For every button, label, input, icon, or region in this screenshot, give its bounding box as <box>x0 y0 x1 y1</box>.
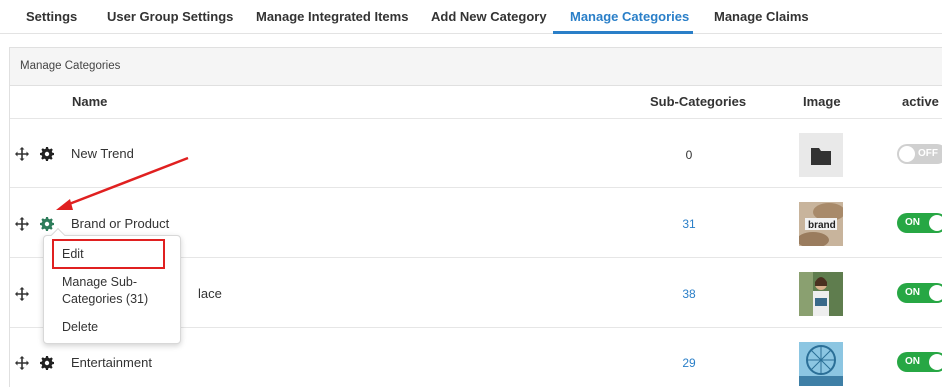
category-image-brand: brand <box>799 202 843 246</box>
category-image-ferris-wheel <box>799 342 843 386</box>
category-image-folder <box>799 133 843 177</box>
category-name: Entertainment <box>71 355 152 370</box>
tab-manage-integrated-items[interactable]: Manage Integrated Items <box>256 9 408 24</box>
tab-add-new-category[interactable]: Add New Category <box>431 9 547 24</box>
subcategory-count-link[interactable]: 29 <box>644 356 734 370</box>
active-toggle[interactable]: ON <box>897 213 942 233</box>
panel-title: Manage Categories <box>20 60 121 72</box>
gear-icon[interactable] <box>40 356 54 370</box>
active-toggle[interactable]: ON <box>897 352 942 372</box>
column-header-subcategories[interactable]: Sub-Categories <box>650 94 746 109</box>
tab-manage-claims[interactable]: Manage Claims <box>714 9 809 24</box>
menu-item-delete[interactable]: Delete <box>62 320 98 334</box>
toggle-knob <box>929 354 942 370</box>
move-handle-icon[interactable] <box>15 356 29 370</box>
category-name: Brand or Product <box>71 216 170 231</box>
category-name: lace <box>198 286 222 301</box>
column-header-image: Image <box>803 94 841 109</box>
panel-header: Manage Categories <box>10 48 942 86</box>
active-toggle[interactable]: OFF <box>897 144 942 164</box>
tab-settings[interactable]: Settings <box>26 9 77 24</box>
subcategory-count-link[interactable]: 38 <box>644 287 734 301</box>
toggle-label: ON <box>905 356 920 367</box>
category-image-woman <box>799 272 843 316</box>
column-header-name[interactable]: Name <box>72 94 107 109</box>
gear-icon-active[interactable] <box>40 217 54 231</box>
toggle-label: ON <box>905 217 920 228</box>
move-handle-icon[interactable] <box>15 287 29 301</box>
move-handle-icon[interactable] <box>15 217 29 231</box>
toggle-label: OFF <box>918 148 938 159</box>
woman-photo-icon <box>799 272 843 316</box>
tab-manage-categories[interactable]: Manage Categories <box>570 9 689 24</box>
gear-icon[interactable] <box>40 147 54 161</box>
active-toggle[interactable]: ON <box>897 283 942 303</box>
ferris-wheel-icon <box>799 342 843 386</box>
toggle-knob <box>929 285 942 301</box>
table-row: New Trend 0 OFF <box>10 118 942 187</box>
brand-photo-icon: brand <box>799 202 843 246</box>
menu-item-manage-subcategories-line1[interactable]: Manage Sub- <box>62 275 137 289</box>
category-name: New Trend <box>71 146 134 161</box>
tab-user-group-settings[interactable]: User Group Settings <box>107 9 233 24</box>
svg-text:brand: brand <box>808 220 836 231</box>
active-tab-indicator <box>553 31 693 34</box>
toggle-knob <box>899 146 915 162</box>
toggle-label: ON <box>905 287 920 298</box>
toggle-knob <box>929 215 942 231</box>
folder-icon <box>811 148 831 165</box>
subcategory-count: 0 <box>685 148 693 162</box>
subcategory-count-link[interactable]: 31 <box>644 217 734 231</box>
menu-item-manage-subcategories-line2[interactable]: Categories (31) <box>62 292 148 306</box>
edit-highlight-box <box>52 239 165 269</box>
column-header-active: active <box>902 94 939 109</box>
move-handle-icon[interactable] <box>15 147 29 161</box>
tab-bar: Settings User Group Settings Manage Inte… <box>0 0 942 34</box>
